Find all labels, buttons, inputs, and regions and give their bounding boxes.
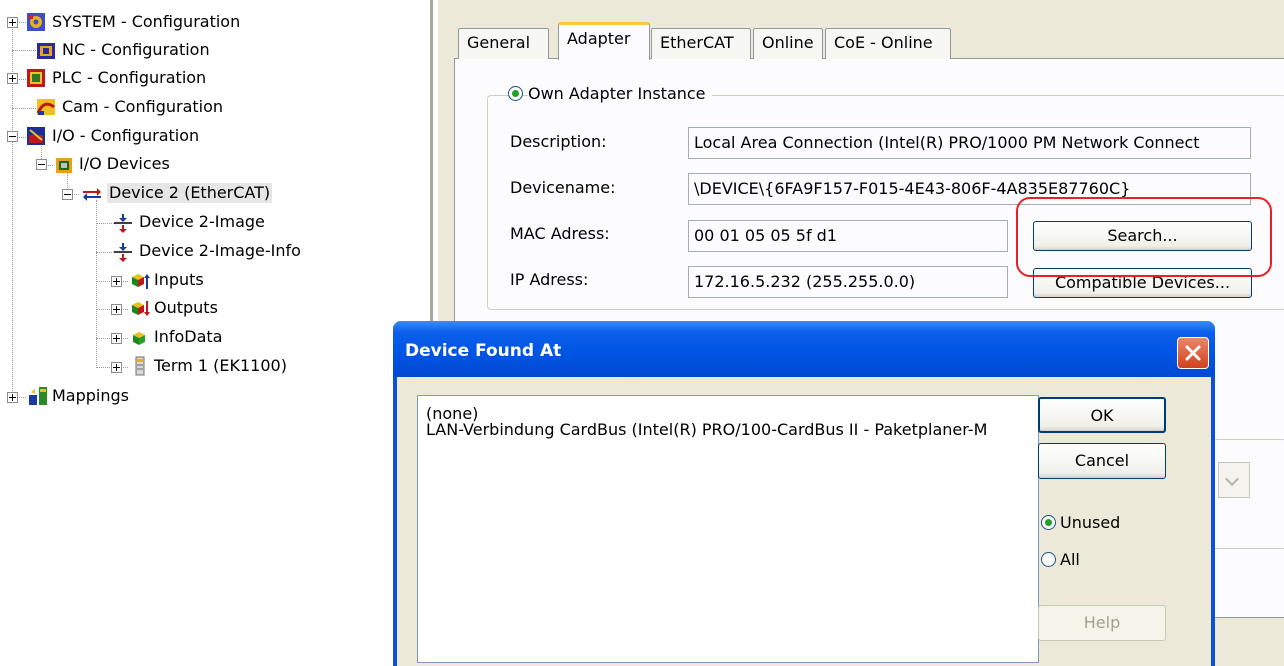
search-highlight-annotation — [1016, 197, 1272, 277]
tree-item-label: Inputs — [154, 270, 204, 289]
tab-online[interactable]: Online — [753, 28, 823, 59]
tab-coe-online[interactable]: CoE - Online — [825, 28, 951, 59]
solution-tree: SYSTEM - Configuration NC - Configuratio… — [0, 0, 410, 666]
expand-icon[interactable] — [7, 392, 18, 403]
io-devices-icon — [56, 158, 72, 173]
unused-radio[interactable] — [1041, 515, 1056, 530]
process-image-icon — [114, 243, 132, 262]
tab-general[interactable]: General — [458, 28, 549, 59]
process-image-icon — [114, 214, 132, 233]
tree-item-device-2-image[interactable]: Device 2-Image — [0, 210, 340, 236]
collapse-icon[interactable] — [36, 159, 47, 170]
tree-item-label: I/O - Configuration — [52, 126, 200, 145]
tree-item-label: Mappings — [52, 386, 129, 405]
tree-item-label: NC - Configuration — [62, 40, 210, 59]
tree-item-nc[interactable]: NC - Configuration — [0, 38, 300, 64]
cam-icon — [36, 99, 55, 115]
close-button[interactable] — [1177, 337, 1209, 369]
tree-item-label: SYSTEM - Configuration — [52, 12, 241, 31]
unused-label: Unused — [1060, 513, 1121, 532]
infodata-icon — [133, 332, 145, 345]
system-gear-icon — [27, 13, 45, 31]
tree-item-label: Term 1 (EK1100) — [154, 356, 287, 375]
terminal-icon — [135, 356, 145, 376]
collapse-icon[interactable] — [7, 131, 18, 142]
ok-button[interactable]: OK — [1038, 397, 1166, 433]
mac-label: MAC Adress: — [510, 224, 610, 243]
mac-field[interactable]: 00 01 05 05 5f d1 — [688, 220, 1008, 252]
help-button[interactable]: Help — [1038, 605, 1166, 641]
ethercat-device-icon — [83, 188, 101, 201]
close-icon — [1185, 345, 1201, 361]
ip-label: IP Adress: — [510, 270, 589, 289]
tree-item-cam[interactable]: Cam - Configuration — [0, 95, 300, 121]
tree-item-label: PLC - Configuration — [52, 68, 207, 87]
tree-item-term-1[interactable]: Term 1 (EK1100) — [0, 354, 340, 380]
tree-item-io-devices[interactable]: I/O Devices — [0, 152, 300, 178]
tree-item-label: Device 2-Image-Info — [139, 241, 301, 260]
list-item[interactable]: LAN-Verbindung CardBus (Intel(R) PRO/100… — [418, 422, 1038, 438]
tree-item-label: InfoData — [154, 327, 223, 346]
nc-axis-icon — [37, 43, 55, 59]
tree-item-label: Device 2 (EtherCAT) — [107, 183, 273, 203]
description-label: Description: — [510, 132, 607, 151]
tree-item-outputs[interactable]: Outputs — [0, 296, 300, 322]
tab-adapter[interactable]: Adapter — [558, 22, 650, 60]
tab-ethercat[interactable]: EtherCAT — [651, 28, 751, 59]
tree-item-system[interactable]: SYSTEM - Configuration — [0, 10, 300, 36]
description-field[interactable]: Local Area Connection (Intel(R) PRO/1000… — [688, 127, 1251, 159]
tree-item-label: Cam - Configuration — [62, 97, 224, 116]
tree-item-inputs[interactable]: Inputs — [0, 268, 300, 294]
expand-icon[interactable] — [111, 333, 122, 344]
tree-item-infodata[interactable]: InfoData — [0, 325, 300, 351]
tab-label: General — [467, 33, 531, 52]
expand-icon[interactable] — [7, 73, 18, 84]
tree-item-device-2-image-info[interactable]: Device 2-Image-Info — [0, 239, 360, 265]
tab-label: CoE - Online — [834, 33, 933, 52]
dialog-body: (none) LAN-Verbindung CardBus (Intel(R) … — [397, 377, 1211, 666]
tree-item-device-2[interactable]: Device 2 (EtherCAT) — [0, 181, 340, 207]
io-config-icon — [27, 127, 45, 145]
device-list[interactable]: (none) LAN-Verbindung CardBus (Intel(R) … — [417, 395, 1039, 663]
tree-item-io[interactable]: I/O - Configuration — [0, 124, 300, 150]
all-label: All — [1060, 550, 1080, 569]
outputs-icon — [132, 301, 150, 316]
devicename-label: Devicename: — [510, 178, 616, 197]
all-radio[interactable] — [1041, 552, 1056, 567]
expand-icon[interactable] — [7, 17, 18, 28]
expand-icon[interactable] — [111, 304, 122, 315]
ip-field[interactable]: 172.16.5.232 (255.255.0.0) — [688, 266, 1008, 298]
dialog-title: Device Found At — [405, 341, 562, 361]
tree-item-plc[interactable]: PLC - Configuration — [0, 66, 300, 92]
tree-item-mappings[interactable]: Mappings — [0, 384, 300, 410]
tab-label: EtherCAT — [660, 33, 734, 52]
tree-item-label: I/O Devices — [79, 154, 170, 173]
mappings-icon — [29, 387, 47, 405]
expand-icon[interactable] — [111, 362, 122, 373]
tree-item-label: Device 2-Image — [139, 212, 265, 231]
tab-label: Adapter — [567, 29, 631, 48]
tree-item-label: Outputs — [154, 298, 218, 317]
inputs-icon — [132, 274, 150, 289]
expand-icon[interactable] — [111, 276, 122, 287]
own-adapter-label: Own Adapter Instance — [528, 84, 712, 104]
own-adapter-radio[interactable] — [508, 86, 523, 101]
dialog-title-bar[interactable]: Device Found At — [393, 321, 1215, 377]
cancel-button[interactable]: Cancel — [1038, 443, 1166, 479]
tab-label: Online — [762, 33, 814, 52]
device-found-dialog: Device Found At (none) LAN-Verbindung Ca… — [393, 321, 1215, 666]
collapse-icon[interactable] — [62, 189, 73, 200]
plc-chip-icon — [27, 69, 45, 87]
